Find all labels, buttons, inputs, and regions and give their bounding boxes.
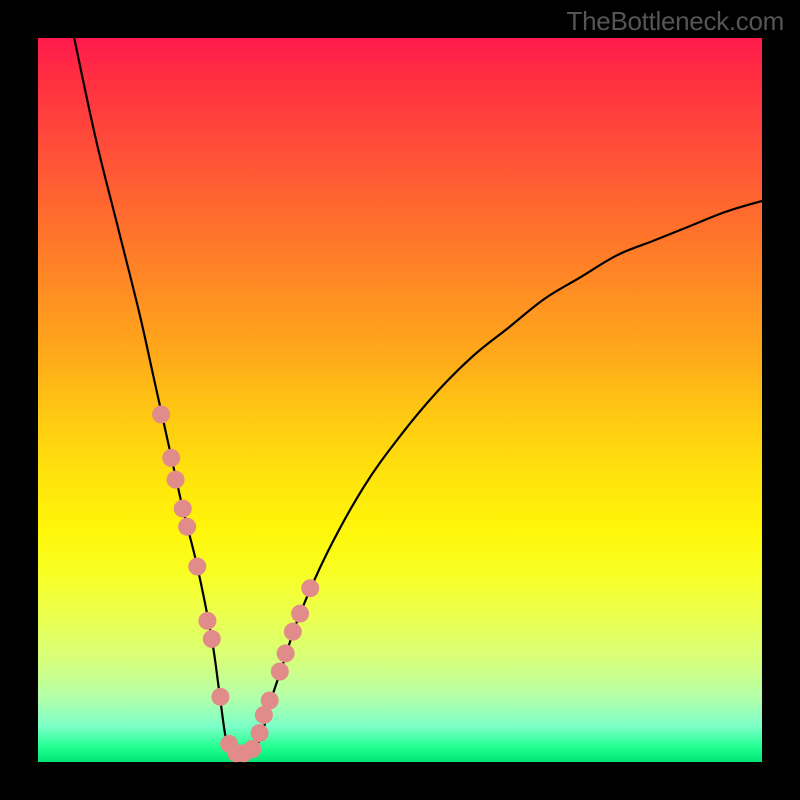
curve-dot	[301, 579, 319, 597]
curve-dot	[291, 605, 309, 623]
curve-dot	[251, 724, 269, 742]
plot-area	[38, 38, 762, 762]
curve-layer	[38, 38, 762, 762]
curve-dot	[152, 405, 170, 423]
curve-dot	[198, 612, 216, 630]
curve-dot	[174, 500, 192, 518]
curve-dot	[271, 663, 289, 681]
bottleneck-curve	[74, 38, 762, 756]
curve-dot	[284, 623, 302, 641]
watermark-text: TheBottleneck.com	[567, 6, 784, 37]
curve-dot	[277, 644, 295, 662]
curve-dot	[243, 740, 261, 758]
chart-frame: TheBottleneck.com	[0, 0, 800, 800]
curve-dot	[178, 518, 196, 536]
curve-dot	[211, 688, 229, 706]
curve-dot	[167, 471, 185, 489]
curve-dot	[261, 691, 279, 709]
curve-dot	[203, 630, 221, 648]
curve-dots	[152, 405, 319, 762]
curve-dot	[188, 558, 206, 576]
curve-dot	[162, 449, 180, 467]
